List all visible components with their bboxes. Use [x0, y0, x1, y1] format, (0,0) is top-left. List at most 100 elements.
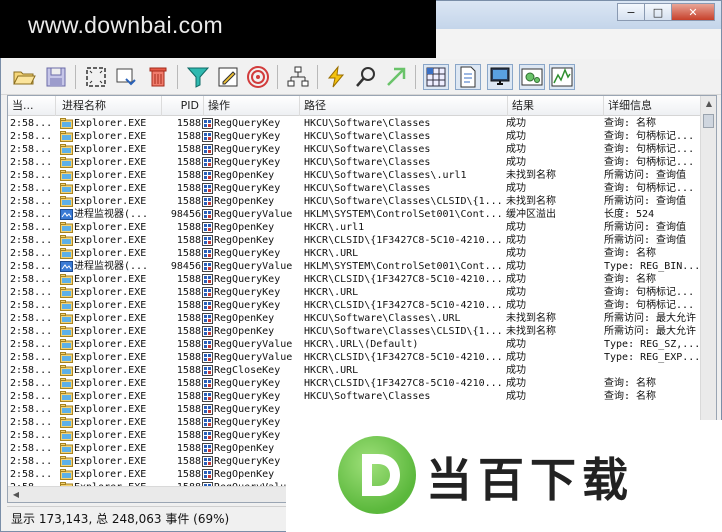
cell-operation: RegQueryKey	[214, 287, 281, 298]
cell-time: 2:58...	[10, 131, 53, 142]
registry-operation-icon	[202, 365, 213, 376]
cell-time: 2:58...	[10, 417, 53, 428]
cell-detail: 所需访问: 最大允许	[604, 326, 697, 337]
cell-time: 2:58...	[10, 430, 53, 441]
maximize-button[interactable]: □	[644, 3, 672, 21]
cell-time: 2:58...	[10, 157, 53, 168]
table-row[interactable]: 2:58... Explorer.EXE 1588 RegQueryKey HKCU\S…	[8, 156, 702, 169]
network-icon[interactable]	[487, 64, 513, 90]
cell-path: HKCU\Software\Classes\.url1	[304, 170, 467, 181]
table-row[interactable]: 2:58... Explorer.EXE 1588 RegQueryKey HKCR\C…	[8, 299, 702, 312]
vertical-scroll-thumb[interactable]	[703, 114, 714, 128]
cell-path: HKLM\SYSTEM\ControlSet001\Cont...	[304, 209, 503, 220]
save-icon[interactable]	[43, 64, 69, 90]
column-header-pid[interactable]: PID	[162, 96, 204, 116]
cell-result: 未找到名称	[506, 196, 556, 207]
cell-path: HKCR\CLSID\{1F3427C8-5C10-4210...	[304, 300, 503, 311]
registry-operation-icon	[202, 183, 213, 194]
table-row[interactable]: 2:58... Explorer.EXE 1588 RegQueryKey HKCU\S…	[8, 182, 702, 195]
cell-path: HKCU\Software\Classes	[304, 391, 431, 402]
capture-icon[interactable]	[113, 64, 139, 90]
target-icon[interactable]	[245, 64, 271, 90]
cell-time: 2:58...	[10, 391, 53, 402]
table-row[interactable]: 2:58... Explorer.EXE 1588 RegOpenKey HKCR\CL…	[8, 234, 702, 247]
minimize-button[interactable]: −	[617, 3, 645, 21]
table-row[interactable]: 2:58... Explorer.EXE 1588 RegQueryKey HKCU\S…	[8, 130, 702, 143]
scroll-up-icon[interactable]: ▲	[701, 96, 716, 112]
explorer-icon	[60, 157, 73, 168]
cell-process-name: Explorer.EXE	[74, 144, 147, 155]
cell-result: 成功	[506, 118, 526, 129]
table-row[interactable]: 2:58... Explorer.EXE 1588 RegQueryKey	[8, 403, 702, 416]
event-icon[interactable]	[323, 64, 349, 90]
cell-detail: 长度: 524	[604, 209, 655, 220]
filter-icon[interactable]	[185, 64, 211, 90]
table-row[interactable]: 2:58... Explorer.EXE 1588 RegQueryValue HKCR…	[8, 351, 702, 364]
autoscroll-icon[interactable]	[83, 64, 109, 90]
table-row[interactable]: 2:58... Explorer.EXE 1588 RegQueryKey HKCR\C…	[8, 273, 702, 286]
cell-detail	[604, 403, 704, 416]
cell-process-name: Explorer.EXE	[74, 157, 147, 168]
cell-pid: 1588	[176, 326, 201, 337]
table-row[interactable]: 2:58... Explorer.EXE 1588 RegQueryKey HKCU\S…	[8, 143, 702, 156]
table-row[interactable]: 2:58... Explorer.EXE 1588 RegQueryKey HKCU\S…	[8, 390, 702, 403]
registry-operation-icon	[202, 196, 213, 207]
process-icon[interactable]	[519, 64, 545, 90]
cell-path: HKCR\.URL	[304, 365, 359, 376]
cell-operation: RegQueryKey	[214, 391, 281, 402]
cell-process-name: Explorer.EXE	[74, 248, 147, 259]
jump-icon[interactable]	[383, 64, 409, 90]
column-header-path[interactable]: 路径	[300, 96, 508, 116]
cell-process-name: Explorer.EXE	[74, 170, 147, 181]
table-row[interactable]: 2:58... Explorer.EXE 1588 RegOpenKey HKCU\So…	[8, 195, 702, 208]
cell-pid: 1588	[176, 352, 201, 363]
cell-process-name: Explorer.EXE	[74, 118, 147, 129]
explorer-icon	[60, 300, 73, 311]
column-header-process-name[interactable]: 进程名称	[58, 96, 162, 116]
open-icon[interactable]	[11, 64, 37, 90]
cell-result: 缓冲区溢出	[506, 209, 556, 220]
column-header-result[interactable]: 结果	[508, 96, 604, 116]
explorer-icon	[60, 326, 73, 337]
table-row[interactable]: 2:58... 进程监视器(... 98456 RegQueryValue HKLM\S…	[8, 260, 702, 273]
registry-operation-icon	[202, 248, 213, 259]
cell-time: 2:58...	[10, 313, 53, 324]
cell-operation: RegQueryKey	[214, 378, 281, 389]
table-row[interactable]: 2:58... Explorer.EXE 1588 RegOpenKey HKCU\So…	[8, 312, 702, 325]
cell-time: 2:58...	[10, 378, 53, 389]
table-row[interactable]: 2:58... Explorer.EXE 1588 RegQueryKey HKCR\.…	[8, 286, 702, 299]
column-header-operation[interactable]: 操作	[204, 96, 300, 116]
table-row[interactable]: 2:58... Explorer.EXE 1588 RegCloseKey HKCR\.…	[8, 364, 702, 377]
cell-pid: 1588	[176, 248, 201, 259]
watermark-banner: www.downbai.com	[0, 0, 436, 58]
registry-icon[interactable]	[423, 64, 449, 90]
table-row[interactable]: 2:58... Explorer.EXE 1588 RegQueryKey HKCU\S…	[8, 117, 702, 130]
cell-pid: 1588	[176, 170, 201, 181]
table-row[interactable]: 2:58... Explorer.EXE 1588 RegQueryValue HKCR…	[8, 338, 702, 351]
cell-operation: RegOpenKey	[214, 170, 275, 181]
find-icon[interactable]	[353, 64, 379, 90]
tree-icon[interactable]	[285, 64, 311, 90]
explorer-icon	[60, 391, 73, 402]
clear-icon[interactable]	[145, 64, 171, 90]
explorer-icon	[60, 352, 73, 363]
explorer-icon	[60, 222, 73, 233]
profiling-icon[interactable]	[549, 64, 575, 90]
file-icon[interactable]	[455, 64, 481, 90]
table-row[interactable]: 2:58... 进程监视器(... 98456 RegQueryValue HKLM\S…	[8, 208, 702, 221]
table-row[interactable]: 2:58... Explorer.EXE 1588 RegOpenKey HKCU\So…	[8, 325, 702, 338]
cell-pid: 1588	[176, 300, 201, 311]
column-header-time[interactable]: 当...	[8, 96, 56, 116]
cell-result: 未找到名称	[506, 313, 556, 324]
highlight-icon[interactable]	[215, 64, 241, 90]
table-row[interactable]: 2:58... Explorer.EXE 1588 RegOpenKey HKCU\So…	[8, 169, 702, 182]
cell-time: 2:58...	[10, 183, 53, 194]
scroll-left-icon[interactable]: ◀	[8, 487, 24, 502]
cell-operation: RegOpenKey	[214, 222, 275, 233]
table-row[interactable]: 2:58... Explorer.EXE 1588 RegOpenKey HKCR\.u…	[8, 221, 702, 234]
cell-result: 成功	[506, 391, 526, 402]
cell-result: 成功	[506, 339, 526, 350]
table-row[interactable]: 2:58... Explorer.EXE 1588 RegQueryKey HKCR\.…	[8, 247, 702, 260]
close-button[interactable]: ✕	[671, 3, 715, 21]
table-row[interactable]: 2:58... Explorer.EXE 1588 RegQueryKey HKCR\C…	[8, 377, 702, 390]
